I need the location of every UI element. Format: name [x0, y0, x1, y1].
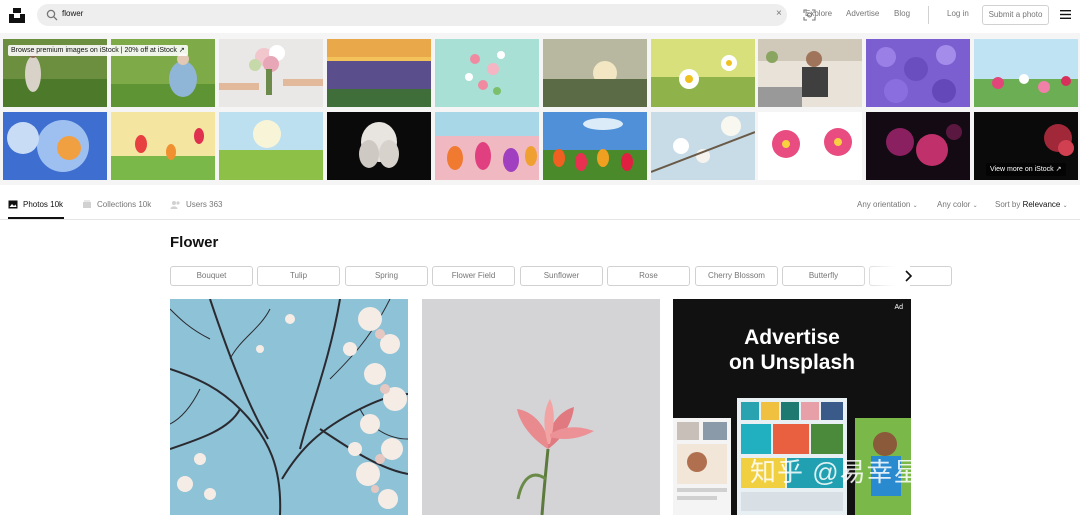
- menu-icon[interactable]: [1060, 10, 1071, 19]
- related-chip[interactable]: Sunflower: [520, 266, 603, 286]
- istock-photo[interactable]: [866, 112, 970, 180]
- istock-photo[interactable]: [327, 39, 431, 107]
- users-icon: [170, 201, 180, 209]
- search-input[interactable]: flower: [62, 9, 83, 18]
- tab-users[interactable]: Users 363: [170, 200, 222, 209]
- orientation-filter-label: Any orientation: [857, 200, 911, 209]
- istock-photo[interactable]: [758, 39, 862, 107]
- color-filter[interactable]: Any color ⌄: [937, 200, 978, 209]
- related-chip[interactable]: Butterfly: [782, 266, 865, 286]
- related-chip[interactable]: Bouquet: [170, 266, 253, 286]
- submit-photo-button[interactable]: Submit a photo: [982, 5, 1049, 25]
- istock-photo[interactable]: [866, 39, 970, 107]
- istock-photo[interactable]: [3, 112, 107, 180]
- collections-icon: [83, 200, 91, 208]
- chevron-down-icon: ⌄: [1062, 203, 1068, 209]
- nav-blog[interactable]: Blog: [894, 9, 910, 18]
- sort-value: Relevance: [1022, 200, 1061, 209]
- istock-photo[interactable]: [543, 39, 647, 107]
- header-divider: [928, 6, 929, 24]
- image-icon: [8, 200, 18, 209]
- active-tab-indicator: [8, 217, 64, 219]
- top-header: flower × Explore Advertise Blog Log in S…: [0, 0, 1080, 30]
- unsplash-logo-icon[interactable]: [8, 6, 26, 24]
- search-icon[interactable]: [46, 9, 58, 21]
- ad-title-line-1: Advertise: [744, 326, 840, 349]
- istock-photo[interactable]: [219, 39, 323, 107]
- istock-photo[interactable]: [543, 112, 647, 180]
- ad-title-line-2: on Unsplash: [728, 351, 855, 374]
- photo-card[interactable]: [170, 299, 408, 515]
- istock-photo[interactable]: [651, 112, 755, 180]
- istock-photo[interactable]: [651, 39, 755, 107]
- sort-filter[interactable]: Sort by Relevance ⌄: [995, 200, 1068, 209]
- related-chip[interactable]: Flower Field: [432, 266, 515, 286]
- photo-card[interactable]: [422, 299, 660, 515]
- color-filter-label: Any color: [937, 200, 971, 209]
- chevron-right-icon[interactable]: [900, 268, 916, 284]
- istock-photo[interactable]: [758, 112, 862, 180]
- tab-users-label: Users 363: [186, 200, 223, 209]
- istock-photo[interactable]: [435, 112, 539, 180]
- watermark-text: 知乎 @易幸星etracin: [750, 457, 1006, 487]
- search-tabs: Photos 10k Collections 10k Users 363 Any…: [0, 192, 1080, 220]
- istock-photo[interactable]: [111, 112, 215, 180]
- ad-title: Advertise on Unsplash: [673, 325, 911, 375]
- tab-collections[interactable]: Collections 10k: [82, 200, 151, 209]
- istock-photo[interactable]: [435, 39, 539, 107]
- istock-photo[interactable]: [327, 112, 431, 180]
- chevron-down-icon: ⌄: [972, 203, 978, 209]
- tab-collections-label: Collections 10k: [97, 200, 152, 209]
- istock-photo[interactable]: [219, 112, 323, 180]
- nav-explore[interactable]: Explore: [805, 9, 832, 18]
- page-title: Flower: [170, 234, 219, 251]
- related-chip[interactable]: Cherry Blossom: [695, 266, 778, 286]
- sort-prefix: Sort by: [995, 200, 1021, 209]
- istock-promo-banner[interactable]: Browse premium images on iStock | 20% of…: [8, 45, 188, 56]
- clear-search-icon[interactable]: ×: [776, 8, 782, 20]
- login-link[interactable]: Log in: [947, 9, 969, 18]
- view-more-istock-link[interactable]: View more on iStock ↗: [986, 163, 1066, 176]
- tab-photos-label: Photos 10k: [23, 200, 64, 209]
- related-chip[interactable]: Spring: [345, 266, 428, 286]
- ad-badge: Ad: [894, 304, 903, 311]
- nav-advertise[interactable]: Advertise: [846, 9, 879, 18]
- chevron-down-icon: ⌄: [912, 203, 918, 209]
- orientation-filter[interactable]: Any orientation ⌄: [857, 200, 918, 209]
- tab-photos[interactable]: Photos 10k: [8, 200, 63, 209]
- search-bar[interactable]: flower ×: [37, 4, 816, 26]
- related-chip[interactable]: Tulip: [257, 266, 340, 286]
- istock-photo[interactable]: [974, 39, 1078, 107]
- related-chip[interactable]: Rose: [607, 266, 690, 286]
